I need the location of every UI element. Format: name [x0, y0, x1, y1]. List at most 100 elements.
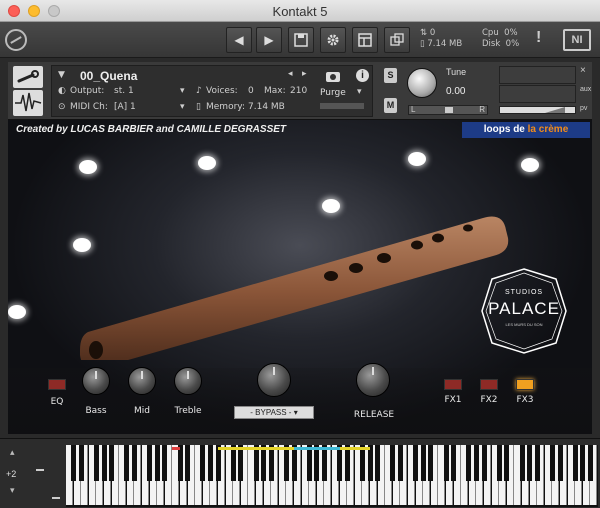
view-button[interactable] [352, 27, 378, 53]
tune-knob[interactable] [407, 68, 437, 98]
prev-instrument-icon[interactable]: ◂ [288, 69, 293, 79]
bypass-select[interactable]: - BYPASS - ▾ [234, 406, 314, 419]
black-key[interactable] [337, 445, 343, 481]
settings-button[interactable] [320, 27, 346, 53]
black-key[interactable] [162, 445, 168, 481]
black-key[interactable] [93, 445, 99, 481]
black-key[interactable] [101, 445, 107, 481]
black-key[interactable] [397, 445, 403, 481]
treble-knob[interactable] [174, 367, 202, 395]
black-key[interactable] [185, 445, 191, 481]
black-key[interactable] [321, 445, 327, 481]
purge-menu[interactable]: Purge [320, 88, 346, 98]
mid-knob[interactable] [128, 367, 156, 395]
black-key[interactable] [261, 445, 267, 481]
pitch-wheel[interactable] [36, 469, 44, 471]
purge-dropdown-icon[interactable]: ▾ [357, 87, 362, 97]
midi-memory-readout: ⇅ 0 ▯ 7.14 MB [420, 28, 462, 50]
octave-up-icon[interactable]: ▴ [10, 447, 15, 458]
solo-button[interactable]: S [384, 68, 397, 83]
midi-channel-select[interactable]: [A] 1 [114, 102, 136, 112]
black-key[interactable] [238, 445, 244, 481]
black-key[interactable] [291, 445, 297, 481]
black-key[interactable] [466, 445, 472, 481]
black-key[interactable] [344, 445, 350, 481]
waveform-button[interactable] [13, 90, 43, 116]
eq-toggle[interactable] [48, 379, 66, 390]
black-key[interactable] [413, 445, 419, 481]
black-key[interactable] [177, 445, 183, 481]
black-key[interactable] [147, 445, 153, 481]
black-key[interactable] [109, 445, 115, 481]
black-key[interactable] [557, 445, 563, 481]
black-key[interactable] [519, 445, 525, 481]
pan-handle[interactable] [445, 107, 453, 113]
instrument-name[interactable]: 00_Quena [80, 69, 137, 83]
black-key[interactable] [587, 445, 593, 481]
fx2-toggle[interactable] [480, 379, 498, 390]
black-key[interactable] [71, 445, 77, 481]
black-key[interactable] [131, 445, 137, 481]
rack-view-button[interactable] [384, 27, 410, 53]
output-dropdown-icon[interactable]: ▾ [180, 86, 185, 96]
black-key[interactable] [428, 445, 434, 481]
black-key[interactable] [253, 445, 259, 481]
black-key[interactable] [314, 445, 320, 481]
fx1-toggle[interactable] [444, 379, 462, 390]
black-key[interactable] [504, 445, 510, 481]
black-key[interactable] [215, 445, 221, 481]
black-key[interactable] [154, 445, 160, 481]
bass-knob[interactable] [82, 367, 110, 395]
black-key[interactable] [124, 445, 130, 481]
filter-knob[interactable] [257, 363, 291, 397]
next-instrument-icon[interactable]: ▸ [302, 69, 307, 79]
output-select[interactable]: st. 1 [114, 86, 134, 96]
info-button[interactable]: i [356, 69, 369, 82]
black-key[interactable] [527, 445, 533, 481]
black-key[interactable] [200, 445, 206, 481]
black-key[interactable] [549, 445, 555, 481]
black-key[interactable] [390, 445, 396, 481]
camera-icon[interactable] [323, 69, 343, 83]
kontakt-logo-icon[interactable] [5, 29, 27, 51]
pan-slider[interactable]: L R [408, 105, 488, 115]
octave-down-icon[interactable]: ▾ [10, 485, 15, 496]
black-key[interactable] [481, 445, 487, 481]
native-instruments-logo[interactable]: NI [563, 29, 591, 51]
pv-button[interactable]: pv [580, 105, 587, 112]
aux-button[interactable]: aux [580, 86, 591, 93]
black-key[interactable] [306, 445, 312, 481]
volume-slider[interactable] [499, 106, 576, 114]
black-key[interactable] [496, 445, 502, 481]
previous-button[interactable]: ◀ [226, 27, 252, 53]
piano-keyboard[interactable] [66, 445, 598, 507]
black-key[interactable] [473, 445, 479, 481]
black-key[interactable] [283, 445, 289, 481]
treble-label: Treble [174, 406, 202, 416]
mod-wheel[interactable] [52, 497, 60, 499]
edit-instrument-button[interactable] [13, 66, 43, 88]
black-key[interactable] [78, 445, 84, 481]
black-key[interactable] [359, 445, 365, 481]
black-key[interactable] [580, 445, 586, 481]
next-button[interactable]: ▶ [256, 27, 282, 53]
max-voices-value[interactable]: 210 [290, 86, 307, 96]
black-key[interactable] [375, 445, 381, 481]
black-key[interactable] [268, 445, 274, 481]
black-key[interactable] [420, 445, 426, 481]
collapse-arrow-icon[interactable]: ▼ [58, 70, 65, 80]
black-key[interactable] [443, 445, 449, 481]
black-key[interactable] [230, 445, 236, 481]
midi-dropdown-icon[interactable]: ▾ [180, 102, 185, 112]
close-instrument-button[interactable]: × [580, 65, 586, 76]
black-key[interactable] [451, 445, 457, 481]
black-key[interactable] [572, 445, 578, 481]
black-key[interactable] [207, 445, 213, 481]
black-key[interactable] [367, 445, 373, 481]
fx3-toggle[interactable] [516, 379, 534, 390]
mute-button[interactable]: M [384, 98, 397, 113]
save-button[interactable] [288, 27, 314, 53]
warning-button[interactable]: ! [536, 29, 541, 47]
release-knob[interactable] [356, 363, 390, 397]
black-key[interactable] [534, 445, 540, 481]
